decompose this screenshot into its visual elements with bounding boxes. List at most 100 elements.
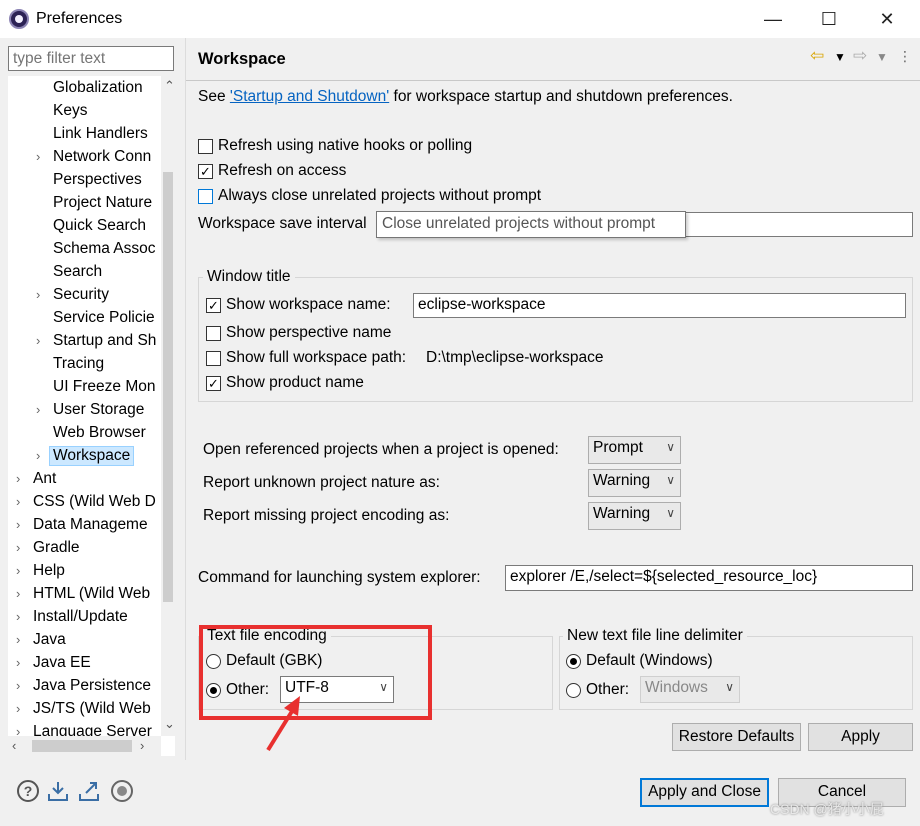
missing-encoding-label: Report missing project encoding as: [203, 507, 450, 524]
back-menu-icon[interactable]: ▼ [834, 50, 846, 64]
tree-item[interactable]: Workspace [49, 446, 135, 466]
unknown-nature-label: Report unknown project nature as: [203, 474, 440, 491]
open-referenced-label: Open referenced projects when a project … [203, 441, 559, 458]
forward-menu-icon[interactable]: ▼ [876, 50, 888, 64]
delimiter-default-radio[interactable] [566, 654, 581, 669]
tooltip: Close unrelated projects without prompt [376, 211, 686, 238]
expand-chevron-icon[interactable]: › [36, 331, 40, 351]
preferences-tree: Globalization Keys Link Handlers › Network C… [8, 76, 175, 756]
tree-item[interactable]: Install/Update [33, 607, 128, 627]
tree-item[interactable]: CSS (Wild Web D [33, 492, 156, 512]
tree-item[interactable]: Java [33, 630, 66, 650]
show-perspective-label: Show perspective name [226, 324, 392, 341]
always-close-label: Always close unrelated projects without … [218, 187, 542, 204]
delimiter-other-radio[interactable] [566, 683, 581, 698]
apply-button[interactable]: Apply [808, 723, 913, 751]
tree-item[interactable]: User Storage [53, 400, 144, 420]
tree-item[interactable]: Schema Assoc [53, 239, 156, 259]
tree-item[interactable]: Project Nature [53, 193, 152, 213]
tree-item[interactable]: Gradle [33, 538, 80, 558]
tree-item[interactable]: UI Freeze Mon [53, 377, 156, 397]
open-referenced-select[interactable]: Prompt ∨ [588, 436, 681, 464]
tree-item[interactable]: Search [53, 262, 102, 282]
show-full-path-checkbox[interactable] [206, 351, 221, 366]
tree-item[interactable]: Startup and Sh [53, 331, 156, 351]
show-full-path-label: Show full workspace path: [226, 349, 407, 366]
tree-item[interactable]: HTML (Wild Web [33, 584, 150, 604]
tree-hscroll-thumb[interactable] [32, 740, 132, 752]
maximize-button[interactable]: ☐ [806, 0, 852, 38]
expand-chevron-icon[interactable]: › [36, 446, 40, 466]
import-icon[interactable] [47, 780, 69, 802]
tree-item[interactable]: Quick Search [53, 216, 146, 236]
view-menu-icon[interactable]: ⋮ [898, 48, 912, 65]
pane-divider [185, 38, 186, 760]
restore-defaults-button[interactable]: Restore Defaults [672, 723, 801, 751]
workspace-name-field[interactable]: eclipse-workspace [413, 293, 906, 318]
show-perspective-checkbox[interactable] [206, 326, 221, 341]
expand-chevron-icon[interactable]: › [16, 607, 20, 627]
refresh-native-checkbox[interactable] [198, 139, 213, 154]
tree-item[interactable]: Java Persistence [33, 676, 151, 696]
expand-chevron-icon[interactable]: › [36, 400, 40, 420]
expand-chevron-icon[interactable]: › [16, 561, 20, 581]
expand-chevron-icon[interactable]: › [16, 676, 20, 696]
expand-chevron-icon[interactable]: › [16, 469, 20, 489]
tree-item[interactable]: Tracing [53, 354, 104, 374]
expand-chevron-icon[interactable]: › [36, 285, 40, 305]
delimiter-select[interactable]: Windows ∨ [640, 676, 740, 703]
show-workspace-name-checkbox[interactable] [206, 298, 221, 313]
always-close-checkbox[interactable] [198, 189, 213, 204]
tree-item[interactable]: Service Policie [53, 308, 155, 328]
explorer-label: Command for launching system explorer: [198, 569, 481, 586]
tree-item[interactable]: Help [33, 561, 65, 581]
startup-shutdown-link[interactable]: 'Startup and Shutdown' [230, 88, 389, 105]
expand-chevron-icon[interactable]: › [16, 630, 20, 650]
expand-chevron-icon[interactable]: › [16, 538, 20, 558]
help-icon[interactable]: ? [17, 780, 39, 802]
full-path-value: D:\tmp\eclipse-workspace [426, 349, 604, 366]
record-icon[interactable] [111, 780, 133, 802]
expand-chevron-icon[interactable]: › [16, 515, 20, 535]
tree-scroll-thumb[interactable] [163, 172, 173, 602]
scroll-up-icon[interactable]: ⌃ [164, 78, 175, 94]
scroll-left-icon[interactable]: ‹ [12, 738, 16, 753]
header-divider [186, 80, 920, 81]
delimiter-default-label: Default (Windows) [586, 652, 713, 669]
tree-item[interactable]: Perspectives [53, 170, 142, 190]
expand-chevron-icon[interactable]: › [16, 492, 20, 512]
tree-item[interactable]: Keys [53, 101, 87, 121]
minimize-button[interactable]: — [750, 0, 796, 38]
forward-arrow-icon[interactable]: ⇨ [853, 46, 867, 66]
expand-chevron-icon[interactable]: › [36, 147, 40, 167]
export-icon[interactable] [78, 780, 100, 802]
expand-chevron-icon[interactable]: › [16, 653, 20, 673]
filter-input[interactable] [8, 46, 174, 71]
explorer-command-field[interactable]: explorer /E,/select=${selected_resource_… [505, 565, 913, 591]
missing-encoding-select[interactable]: Warning ∨ [588, 502, 681, 530]
tree-item[interactable]: Data Manageme [33, 515, 148, 535]
tree-item[interactable]: Web Browser [53, 423, 146, 443]
save-interval-label: Workspace save interval [198, 215, 367, 232]
refresh-access-checkbox[interactable] [198, 164, 213, 179]
tree-item[interactable]: Network Conn [53, 147, 151, 167]
refresh-access-label: Refresh on access [218, 162, 347, 179]
tree-item[interactable]: Ant [33, 469, 56, 489]
tree-item[interactable]: Link Handlers [53, 124, 148, 144]
close-button[interactable]: ✕ [864, 0, 910, 38]
title-bar: Preferences — ☐ ✕ [0, 0, 920, 38]
scroll-right-icon[interactable]: › [140, 738, 144, 753]
tree-item[interactable]: Java EE [33, 653, 91, 673]
see-startup-text: See 'Startup and Shutdown' for workspace… [198, 88, 733, 105]
unknown-nature-select[interactable]: Warning ∨ [588, 469, 681, 497]
tree-item[interactable]: JS/TS (Wild Web [33, 699, 151, 719]
tree-item[interactable]: Globalization [53, 78, 143, 98]
show-product-checkbox[interactable] [206, 376, 221, 391]
expand-chevron-icon[interactable]: › [16, 699, 20, 719]
tree-item[interactable]: Security [53, 285, 109, 305]
show-product-label: Show product name [226, 374, 364, 391]
scroll-down-icon[interactable]: ⌄ [164, 716, 175, 732]
back-arrow-icon[interactable]: ⇦ [810, 46, 824, 66]
apply-and-close-button[interactable]: Apply and Close [640, 778, 769, 807]
expand-chevron-icon[interactable]: › [16, 584, 20, 604]
